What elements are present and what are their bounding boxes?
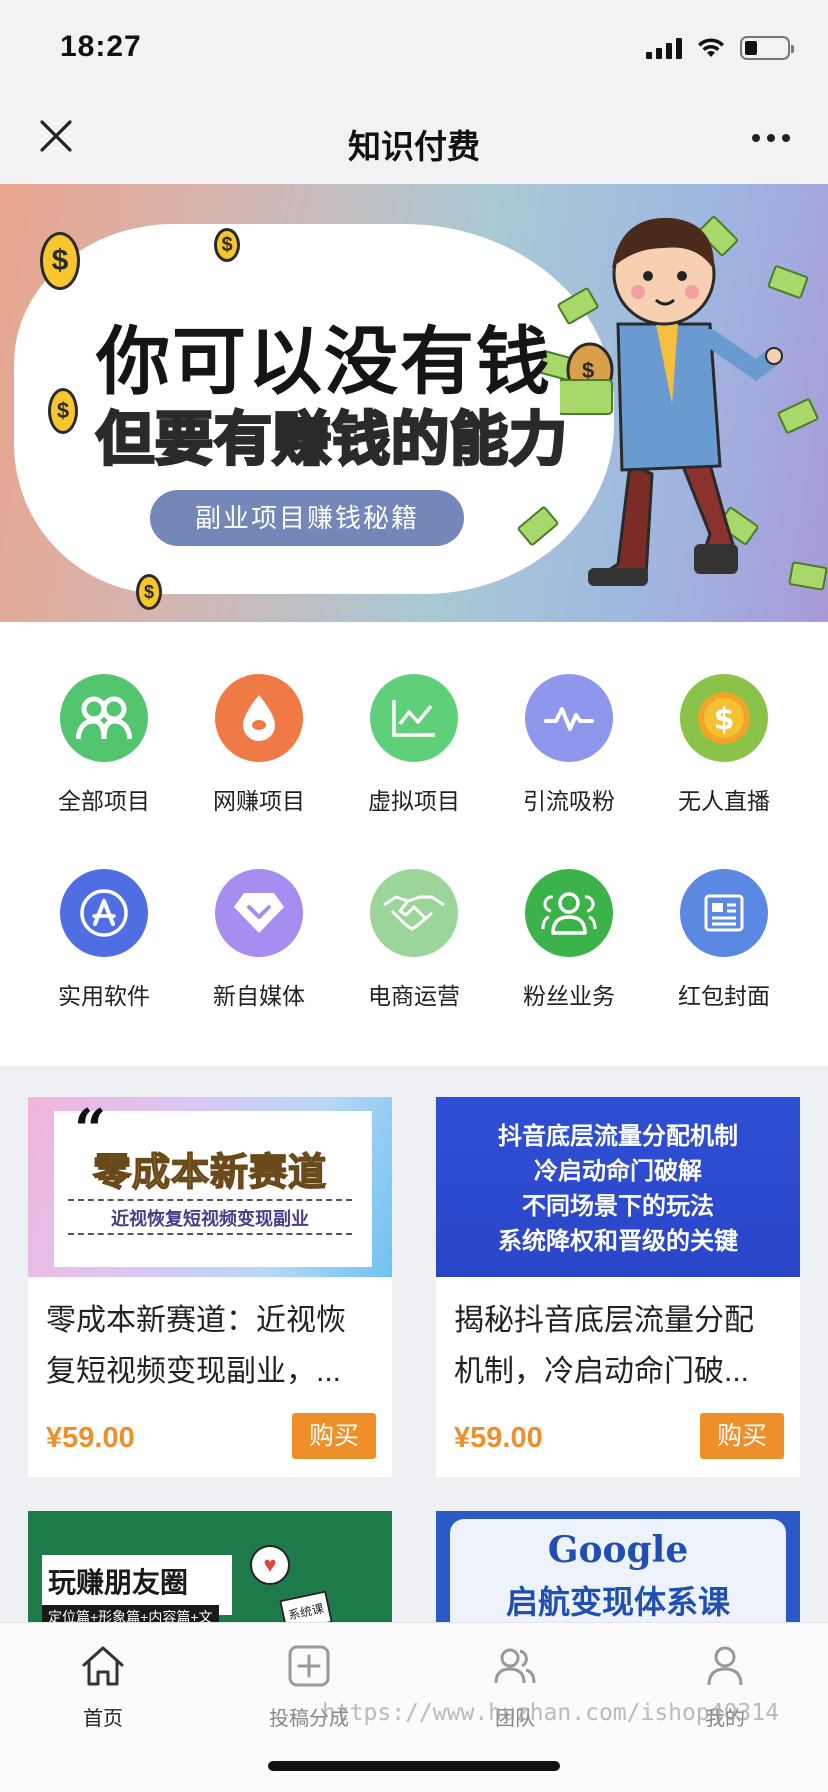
cover-line: 抖音底层流量分配机制: [498, 1123, 738, 1150]
watermark: https://www.huzhan.com/ishop40314: [322, 1700, 779, 1726]
coin-icon: $: [214, 228, 240, 262]
banner-subheadline: 但要有赚钱的能力: [94, 404, 569, 475]
cover-subtitle: 启航变现体系课: [505, 1584, 730, 1620]
category-new-media[interactable]: 新自媒体: [184, 869, 334, 1011]
product-cover-image: “ 零成本新赛道 近视恢复短视频变现副业: [28, 1097, 392, 1277]
category-online-earning[interactable]: 网赚项目: [184, 674, 334, 816]
cover-title: 零成本新赛道: [92, 1151, 327, 1195]
product-price: ¥59.00: [454, 1422, 543, 1454]
svg-text:$: $: [714, 702, 735, 737]
cover-line: 冷启动命门破解: [534, 1158, 702, 1185]
status-time: 18:27: [60, 30, 142, 63]
user-icon: [707, 1646, 743, 1686]
category-label: 无人直播: [678, 788, 770, 814]
cover-title: 玩赚朋友圈: [48, 1567, 189, 1598]
status-bar: 18:27: [0, 0, 828, 94]
home-icon: [82, 1646, 124, 1686]
product-title: 零成本新赛道：近视恢复短视频变现副业，...: [46, 1304, 346, 1388]
running-boy-illustration: $: [560, 217, 783, 586]
pulse-icon: [525, 674, 613, 762]
category-label: 粉丝业务: [523, 983, 615, 1009]
product-title: 揭秘抖音底层流量分配机制，冷启动命门破...: [454, 1304, 754, 1388]
category-red-packet-cover[interactable]: 红包封面: [649, 869, 799, 1011]
document-icon: [680, 869, 768, 957]
category-ecommerce[interactable]: 电商运营: [339, 869, 489, 1011]
tab-home[interactable]: 首页: [28, 1643, 178, 1731]
product-card[interactable]: “ 零成本新赛道 近视恢复短视频变现副业 零成本新赛道：近视恢复短视频变现副业，…: [28, 1097, 392, 1477]
category-all-projects[interactable]: 全部项目: [29, 674, 179, 816]
buy-button[interactable]: 购买: [700, 1413, 784, 1459]
category-label: 网赚项目: [213, 788, 305, 814]
plus-square-icon: [288, 1645, 330, 1687]
drop-icon: [215, 674, 303, 762]
group-icon: [525, 869, 613, 957]
team-icon: [494, 1648, 536, 1684]
product-card[interactable]: 抖音底层流量分配机制 冷启动命门破解 不同场景下的玩法 系统降权和晋级的关键 揭…: [436, 1097, 800, 1477]
dollar-coin-icon: $: [680, 674, 768, 762]
category-label: 全部项目: [58, 788, 150, 814]
page-title: 知识付费: [348, 128, 480, 165]
signal-icon: [646, 37, 682, 59]
banner-tag: 副业项目赚钱秘籍: [150, 490, 464, 546]
category-label: 虚拟项目: [368, 788, 460, 814]
cover-line: 不同场景下的玩法: [522, 1193, 714, 1220]
app-store-icon: [60, 869, 148, 957]
cover-title: Google: [547, 1529, 689, 1571]
wifi-icon: [698, 38, 724, 57]
battery-icon: [740, 36, 794, 60]
cover-subtitle: 近视恢复短视频变现副业: [111, 1209, 309, 1229]
cover-line: 系统降权和晋级的关键: [498, 1228, 738, 1255]
category-grid: 全部项目 网赚项目 虚拟项目 引流吸粉 $ 无人直播 实用软件 新自媒体 电商运…: [0, 622, 828, 1066]
category-unmanned-live[interactable]: $ 无人直播: [649, 674, 799, 816]
product-price: ¥59.00: [46, 1422, 135, 1454]
category-label: 电商运营: [368, 983, 460, 1009]
category-useful-software[interactable]: 实用软件: [29, 869, 179, 1011]
category-label: 红包封面: [678, 983, 770, 1009]
app-page: 18:27 知识付费 $ $ $ $ $ 你可以没有钱 但要有赚钱的能力 副业项…: [0, 0, 828, 1792]
product-cover-image: 抖音底层流量分配机制 冷启动命门破解 不同场景下的玩法 系统降权和晋级的关键: [436, 1097, 800, 1277]
category-label: 引流吸粉: [523, 788, 615, 814]
category-traffic-fans[interactable]: 引流吸粉: [494, 674, 644, 816]
buy-button[interactable]: 购买: [292, 1413, 376, 1459]
people-icon: [60, 674, 148, 762]
nav-bar: 知识付费: [0, 94, 828, 184]
handshake-icon: [370, 869, 458, 957]
heart-bubble-icon: ♥: [250, 1545, 290, 1585]
coin-icon: $: [40, 232, 80, 290]
promo-banner[interactable]: $ $ $ $ $ 你可以没有钱 但要有赚钱的能力 副业项目赚钱秘籍: [0, 184, 828, 622]
more-icon[interactable]: [752, 134, 790, 142]
home-indicator[interactable]: [268, 1761, 560, 1771]
category-label: 实用软件: [58, 983, 150, 1009]
line-chart-icon: [370, 674, 458, 762]
status-icons: [646, 36, 794, 60]
diamond-icon: [215, 869, 303, 957]
coin-icon: $: [48, 388, 78, 434]
category-virtual-projects[interactable]: 虚拟项目: [339, 674, 489, 816]
category-fan-services[interactable]: 粉丝业务: [494, 869, 644, 1011]
category-label: 新自媒体: [213, 983, 305, 1009]
tab-label: 首页: [83, 1708, 123, 1730]
coin-icon: $: [136, 574, 162, 610]
